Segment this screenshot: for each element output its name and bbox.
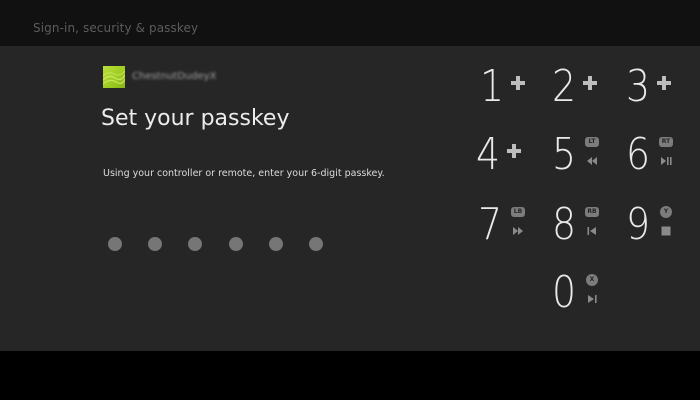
dpad-plus-icon [507, 144, 521, 158]
keypad-key-9[interactable]: 9 Y [626, 200, 686, 250]
passkey-dot [309, 237, 323, 251]
keypad-key-1[interactable]: 1 [480, 62, 540, 112]
key-digit: 3 [626, 61, 651, 112]
keypad-key-3[interactable]: 3 [626, 62, 686, 112]
keypad-key-0[interactable]: 0 X [552, 268, 612, 318]
key-digit: 1 [480, 61, 505, 112]
key-digit: 2 [552, 61, 577, 112]
passkey-dot [148, 237, 162, 251]
left-bumper-icon: LB [511, 207, 525, 217]
passkey-dot [229, 237, 243, 251]
rewind-icon [587, 157, 597, 165]
passkey-screen: Sign-in, security & passkey ChestnutDude… [0, 0, 700, 400]
passkey-dot [108, 237, 122, 251]
keypad-key-8[interactable]: 8 RB [552, 200, 612, 250]
key-digit: 0 [552, 267, 577, 318]
main-panel: ChestnutDudeyX Set your passkey Using yo… [0, 46, 700, 351]
key-digit: 7 [478, 199, 503, 250]
right-bumper-icon: RB [585, 207, 599, 217]
right-trigger-icon: RT [659, 137, 673, 147]
gamertag: ChestnutDudeyX [132, 71, 217, 82]
passkey-dot [188, 237, 202, 251]
key-digit: 5 [552, 129, 577, 180]
keypad-key-5[interactable]: 5 LT [552, 130, 612, 180]
dpad-plus-icon [511, 76, 525, 90]
y-button-icon: Y [660, 206, 672, 218]
fast-forward-icon [513, 227, 523, 235]
left-trigger-icon: LT [585, 137, 599, 147]
key-digit: 8 [552, 199, 577, 250]
stop-icon [661, 226, 671, 236]
footer-bar [0, 351, 700, 400]
key-digit: 6 [626, 129, 651, 180]
gamerpic-avatar [103, 66, 125, 88]
dpad-plus-icon [657, 76, 671, 90]
passkey-dot [269, 237, 283, 251]
heading: Set your passkey [101, 106, 290, 131]
keypad-key-4[interactable]: 4 [476, 130, 536, 180]
key-digit: 9 [626, 199, 651, 250]
skip-forward-icon [588, 295, 597, 303]
header-bar: Sign-in, security & passkey [0, 0, 700, 46]
dpad-plus-icon [583, 76, 597, 90]
instructions-text: Using your controller or remote, enter y… [103, 168, 385, 179]
keypad-key-2[interactable]: 2 [552, 62, 612, 112]
x-button-icon: X [586, 274, 598, 286]
gamerpic-pattern-icon [103, 70, 125, 85]
keypad-key-7[interactable]: 7 LB [478, 200, 538, 250]
play-pause-icon [661, 157, 672, 165]
page-title: Sign-in, security & passkey [33, 21, 199, 35]
skip-back-icon [587, 227, 596, 235]
key-digit: 4 [476, 129, 501, 180]
keypad-key-6[interactable]: 6 RT [626, 130, 686, 180]
